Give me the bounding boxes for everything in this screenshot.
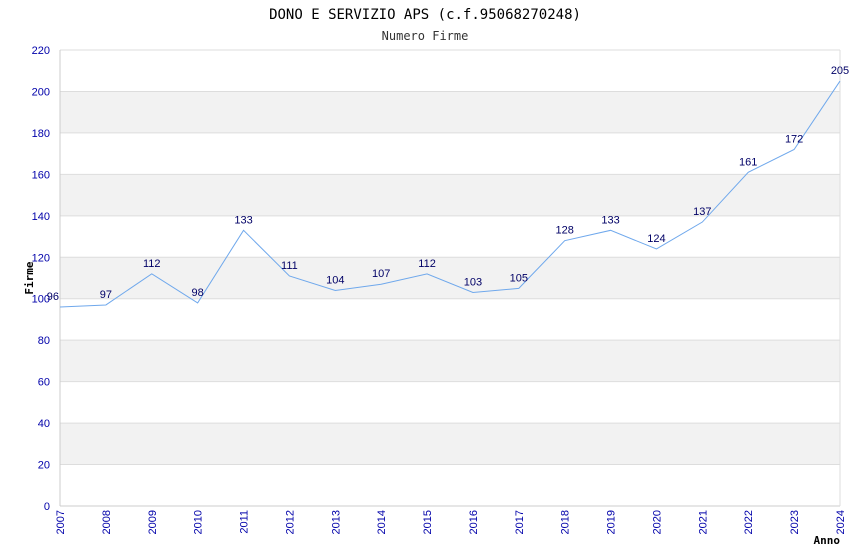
y-tick-label: 180: [32, 128, 50, 140]
data-label: 107: [372, 268, 390, 280]
data-label: 111: [281, 260, 298, 272]
x-tick-label: 2018: [560, 510, 572, 534]
y-tick-label: 20: [38, 460, 50, 472]
data-label: 98: [192, 287, 204, 299]
x-axis-label: Anno: [814, 534, 841, 547]
data-label: 133: [234, 214, 252, 226]
x-axis-ticks: 2007 2008 2009 2010 2011 2012 2013 2014 2015 2016…: [55, 510, 847, 534]
data-label: 112: [418, 258, 436, 270]
data-label: 112: [143, 258, 161, 270]
y-tick-label: 40: [38, 418, 50, 430]
background-bands: [60, 91, 840, 465]
x-tick-label: 2015: [422, 510, 434, 534]
line-chart: 020406080100120140160180200220 2007 2008 2…: [23, 7, 849, 547]
chart-subtitle: Numero Firme: [382, 29, 469, 43]
y-tick-label: 80: [38, 335, 50, 347]
data-label: 137: [693, 206, 711, 218]
data-label: 128: [556, 225, 574, 237]
grid-band-140: [60, 174, 840, 216]
data-label: 105: [510, 272, 528, 284]
grid-band-20: [60, 423, 840, 465]
x-tick-label: 2013: [330, 510, 342, 534]
y-tick-label: 160: [32, 169, 50, 181]
x-tick-label: 2008: [101, 510, 113, 534]
y-axis-label: Firme: [23, 261, 36, 294]
y-tick-label: 0: [44, 501, 50, 513]
x-tick-label: 2019: [606, 510, 618, 534]
x-tick-label: 2020: [651, 510, 663, 534]
y-tick-label: 60: [38, 377, 50, 389]
y-tick-label: 200: [32, 86, 50, 98]
y-tick-label: 140: [32, 211, 50, 223]
x-tick-label: 2014: [376, 510, 388, 534]
x-tick-label: 2009: [147, 510, 159, 534]
x-tick-label: 2011: [239, 510, 251, 534]
x-tick-label: 2010: [193, 510, 205, 534]
x-tick-label: 2016: [468, 510, 480, 534]
x-tick-label: 2007: [55, 510, 67, 534]
x-tick-label: 2021: [697, 510, 709, 534]
y-tick-label: 220: [32, 45, 50, 57]
grid-band-60: [60, 340, 840, 382]
x-tick-label: 2023: [789, 510, 801, 534]
x-tick-label: 2012: [284, 510, 296, 534]
x-tick-label: 2022: [743, 510, 755, 534]
data-label: 104: [326, 274, 344, 286]
data-label: 133: [601, 214, 619, 226]
data-label: 161: [739, 156, 757, 168]
grid-band-180: [60, 91, 840, 133]
x-tick-label: 2017: [514, 510, 526, 534]
data-label: 96: [47, 291, 59, 303]
grid-band-100: [60, 257, 840, 299]
data-label: 172: [785, 133, 803, 145]
x-tick-label: 2024: [835, 510, 847, 534]
chart-title: DONO E SERVIZIO APS (c.f.95068270248): [269, 7, 581, 23]
data-label: 97: [100, 289, 112, 301]
data-label: 205: [831, 65, 849, 77]
data-label: 124: [647, 233, 665, 245]
data-label: 103: [464, 277, 482, 289]
